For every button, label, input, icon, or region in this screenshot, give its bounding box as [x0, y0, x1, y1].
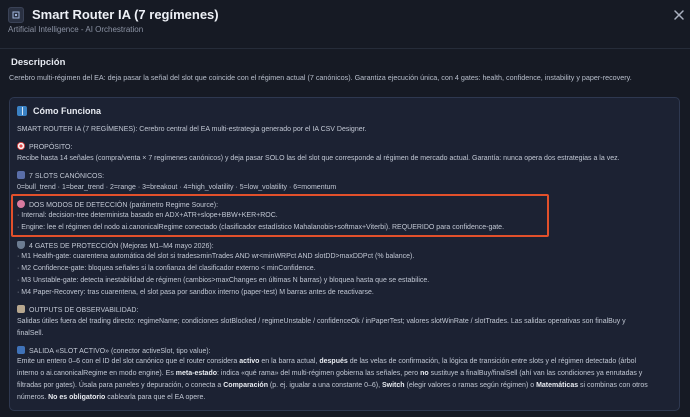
slot-line-2: interno o ai.canonicalRegime en modo eng…	[17, 370, 643, 377]
gates-title: 4 GATES DE PROTECCIÓN (Mejoras M1–M4 may…	[17, 241, 214, 250]
modal-header: Smart Router IA (7 regímenes) Artificial…	[0, 0, 690, 40]
slots-text: 0=bull_trend · 1=bear_trend · 2=range · …	[17, 184, 337, 191]
slots-title: 7 SLOTS CANÓNICOS:	[17, 171, 104, 180]
how-it-works-heading: Cómo Funciona	[17, 106, 101, 116]
book-icon	[17, 106, 27, 116]
shield-icon	[17, 241, 25, 249]
purpose-text: Recibe hasta 14 señales (compra/venta × …	[17, 155, 620, 162]
purpose-title: PROPÓSITO:	[17, 142, 72, 151]
header-divider	[0, 48, 690, 49]
page-subtitle: Artificial Intelligence - AI Orchestrati…	[8, 25, 144, 34]
description-text: Cerebro multi-régimen del EA: deja pasar…	[9, 73, 632, 82]
gate-item-m1: · M1 Health-gate: cuarentena automática …	[17, 253, 415, 260]
gate-item-m3: · M3 Unstable-gate: detecta inestabilida…	[17, 277, 430, 284]
slot-line-3: filtradas por gates). Úsala para paneles…	[17, 382, 648, 389]
close-icon[interactable]	[673, 8, 685, 20]
slot-line-1: Emite un entero 0–6 con el ID del slot c…	[17, 358, 637, 365]
page-title: Smart Router IA (7 regímenes)	[32, 7, 219, 22]
highlight-box	[11, 194, 549, 237]
bar-chart-icon	[17, 171, 25, 179]
outputs-line-2: finalSell.	[17, 330, 44, 337]
cpu-icon	[8, 7, 24, 23]
target-icon	[17, 142, 25, 150]
intro-text: SMART ROUTER IA (7 REGÍMENES): Cerebro c…	[17, 126, 367, 133]
slot-line-4: números. No es obligatorio cablearla par…	[17, 394, 206, 401]
description-heading: Descripción	[11, 57, 66, 68]
slot-title: SALIDA «SLOT ACTIVO» (conector activeSlo…	[17, 346, 211, 355]
outputs-title: OUTPUTS DE OBSERVABILIDAD:	[17, 305, 138, 314]
outputs-line-1: Salidas útiles fuera del trading directo…	[17, 318, 626, 325]
gate-item-m4: · M4 Paper-Recovery: tras cuarentena, el…	[17, 289, 374, 296]
gate-item-m2: · M2 Confidence-gate: bloquea señales si…	[17, 265, 316, 272]
how-it-works-title: Cómo Funciona	[33, 106, 101, 116]
clipboard-icon	[17, 305, 25, 313]
numbers-icon	[17, 346, 25, 354]
